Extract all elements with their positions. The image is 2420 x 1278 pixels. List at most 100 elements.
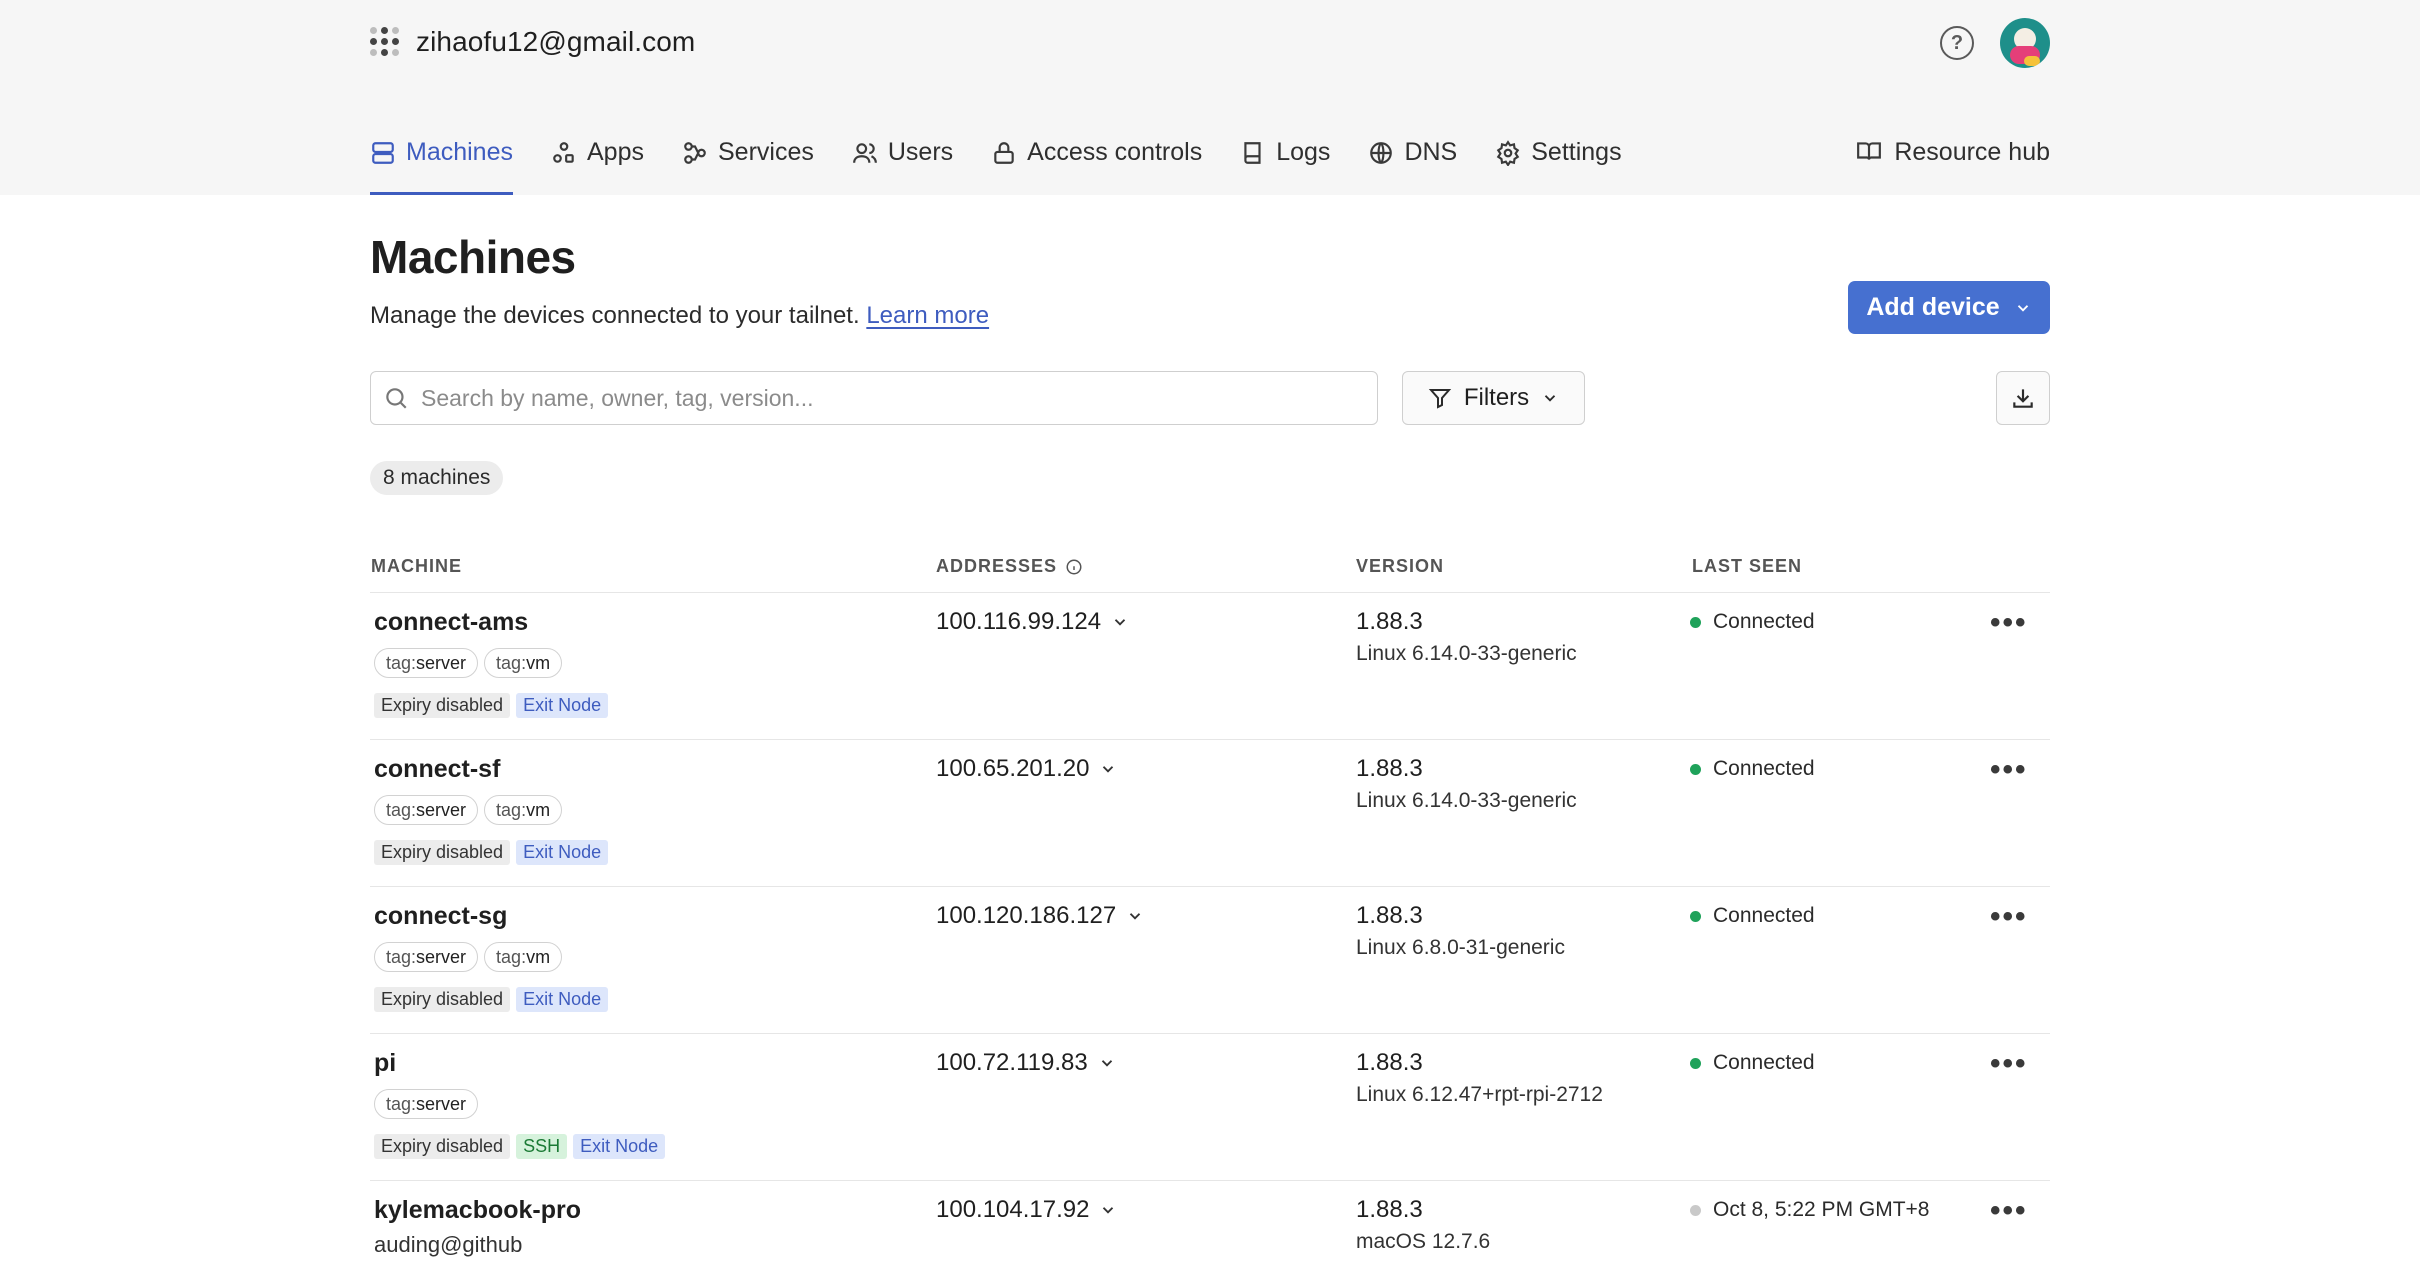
- nav-dns[interactable]: DNS: [1368, 130, 1457, 195]
- chevron-down-icon: [1130, 913, 1141, 920]
- export-button[interactable]: [1996, 371, 2050, 425]
- users-icon: [852, 143, 877, 163]
- client-version: 1.88.3: [1356, 755, 1423, 782]
- nav-users[interactable]: Users: [852, 130, 953, 195]
- add-device-button[interactable]: Add device: [1848, 281, 2050, 334]
- tag-chip: tag: vm: [484, 648, 563, 678]
- more-menu-button[interactable]: •••: [1990, 900, 2028, 934]
- tag-chip: tag: server: [374, 648, 479, 678]
- help-icon[interactable]: ?: [1940, 26, 1974, 60]
- header-last-seen[interactable]: LAST SEEN: [1692, 556, 1802, 577]
- ip-address: 100.116.99.124: [936, 608, 1102, 635]
- expiry-disabled-badge: Expiry disabled: [374, 1134, 511, 1159]
- header-machine[interactable]: MACHINE: [371, 556, 462, 577]
- tag-chip: tag: vm: [484, 942, 563, 972]
- info-icon[interactable]: [1065, 558, 1083, 576]
- chevron-down-icon: [1103, 1207, 1114, 1214]
- ip-address: 100.120.186.127: [936, 902, 1117, 929]
- tag-chip: tag: server: [374, 795, 479, 825]
- exit-node-badge: Exit Node: [516, 840, 609, 865]
- open-book-icon: [1857, 142, 1882, 160]
- table-row[interactable]: kylemacbook-pro auding@github 100.104.17…: [370, 1180, 2050, 1278]
- machine-badges: Expiry disabled Exit Node: [374, 840, 609, 865]
- nav-label: Settings: [1531, 138, 1622, 166]
- nav-label: Access controls: [1027, 138, 1203, 166]
- address-dropdown[interactable]: 100.116.99.124: [936, 608, 1129, 636]
- nav-settings[interactable]: Settings: [1495, 130, 1622, 195]
- machine-name[interactable]: connect-ams: [374, 608, 528, 637]
- machine-tags: tag: server tag: vm: [374, 795, 563, 825]
- avatar[interactable]: [2000, 18, 2050, 68]
- machine-owner: auding@github: [374, 1232, 523, 1257]
- nav-logs[interactable]: Logs: [1240, 130, 1330, 195]
- address-dropdown[interactable]: 100.104.17.92: [936, 1196, 1117, 1224]
- exit-node-badge: Exit Node: [573, 1134, 666, 1159]
- header-version[interactable]: VERSION: [1356, 556, 1444, 577]
- nav-resource-hub[interactable]: Resource hub: [1856, 130, 2050, 167]
- chevron-down-icon: [1114, 619, 1126, 626]
- address-dropdown[interactable]: 100.65.201.20: [936, 755, 1117, 783]
- services-icon: [684, 142, 706, 164]
- more-menu-button[interactable]: •••: [1990, 1047, 2028, 1081]
- nav-label: Machines: [406, 138, 513, 166]
- filters-button[interactable]: Filters: [1402, 371, 1585, 425]
- nav-label: Apps: [587, 138, 644, 166]
- nav-services[interactable]: Services: [682, 130, 814, 195]
- subtitle-text: Manage the devices connected to your tai…: [370, 302, 860, 329]
- table-row[interactable]: connect-sg tag: server tag: vm Expiry disa…: [370, 886, 2050, 1034]
- header-addresses-label: ADDRESSES: [936, 556, 1058, 576]
- more-menu-button[interactable]: •••: [1990, 753, 2028, 787]
- machine-name[interactable]: connect-sf: [374, 755, 500, 784]
- expiry-disabled-badge: Expiry disabled: [374, 693, 511, 718]
- nav-label: Logs: [1276, 138, 1331, 166]
- machine-tags: tag: server tag: vm: [374, 942, 563, 972]
- ssh-badge: SSH: [516, 1134, 568, 1159]
- gear-icon: [1496, 140, 1520, 166]
- add-device-label: Add device: [1866, 293, 2000, 321]
- nav-apps[interactable]: Apps: [551, 130, 644, 195]
- last-seen: Connected: [1690, 904, 1815, 928]
- machine-name[interactable]: kylemacbook-pro: [374, 1196, 581, 1225]
- machine-count-badge: 8 machines: [370, 461, 504, 495]
- main-nav: Machines Apps Services Users Access cont…: [370, 130, 1660, 195]
- status-dot: [1690, 910, 1701, 922]
- search-box[interactable]: [370, 371, 1378, 425]
- server-icon: [372, 142, 394, 164]
- machine-badges: Expiry disabled SSH Exit Node: [374, 1134, 666, 1159]
- client-version: 1.88.3: [1356, 902, 1423, 929]
- nav-machines[interactable]: Machines: [370, 130, 513, 195]
- address-dropdown[interactable]: 100.72.119.83: [936, 1049, 1116, 1077]
- more-menu-button[interactable]: •••: [1990, 606, 2028, 640]
- learn-more-link[interactable]: Learn more: [866, 302, 989, 329]
- os-version: Linux 6.14.0-33-generic: [1356, 789, 1577, 812]
- table-row[interactable]: pi tag: server Expiry disabled SSH Exit N…: [370, 1033, 2050, 1181]
- lock-icon: [994, 142, 1014, 164]
- machine-tags: tag: server: [374, 1089, 479, 1119]
- tag-chip: tag: server: [374, 1089, 479, 1119]
- more-menu-button[interactable]: •••: [1990, 1194, 2028, 1228]
- globe-icon: [1370, 142, 1393, 164]
- os-version: Linux 6.14.0-33-generic: [1356, 642, 1577, 665]
- machine-tags: tag: server tag: vm: [374, 648, 563, 678]
- machine-name[interactable]: connect-sg: [374, 902, 507, 931]
- tailscale-logo-icon: [370, 27, 400, 57]
- last-seen: Connected: [1690, 757, 1815, 781]
- machine-name[interactable]: pi: [374, 1049, 396, 1078]
- brand[interactable]: zihaofu12@gmail.com: [370, 26, 695, 58]
- last-seen-text: Connected: [1713, 757, 1815, 780]
- header-addresses[interactable]: ADDRESSES: [936, 556, 1083, 577]
- search-input[interactable]: [419, 383, 1323, 413]
- nav-access-controls[interactable]: Access controls: [991, 130, 1202, 195]
- address-dropdown[interactable]: 100.120.186.127: [936, 902, 1144, 930]
- last-seen-text: Connected: [1713, 1051, 1815, 1074]
- table-row[interactable]: connect-sf tag: server tag: vm Expiry disa…: [370, 739, 2050, 887]
- table-row[interactable]: connect-ams tag: server tag: vm Expiry dis…: [370, 592, 2050, 740]
- table-header: MACHINE ADDRESSES VERSION LAST SEEN: [370, 556, 2050, 593]
- chevron-down-icon: [1545, 395, 1556, 402]
- ip-address: 100.72.119.83: [936, 1049, 1088, 1076]
- nav-label: Resource hub: [1894, 138, 2050, 166]
- nav-label: Users: [887, 138, 954, 166]
- book-icon: [1244, 142, 1261, 164]
- apps-icon: [553, 142, 574, 163]
- search-icon: [386, 388, 407, 409]
